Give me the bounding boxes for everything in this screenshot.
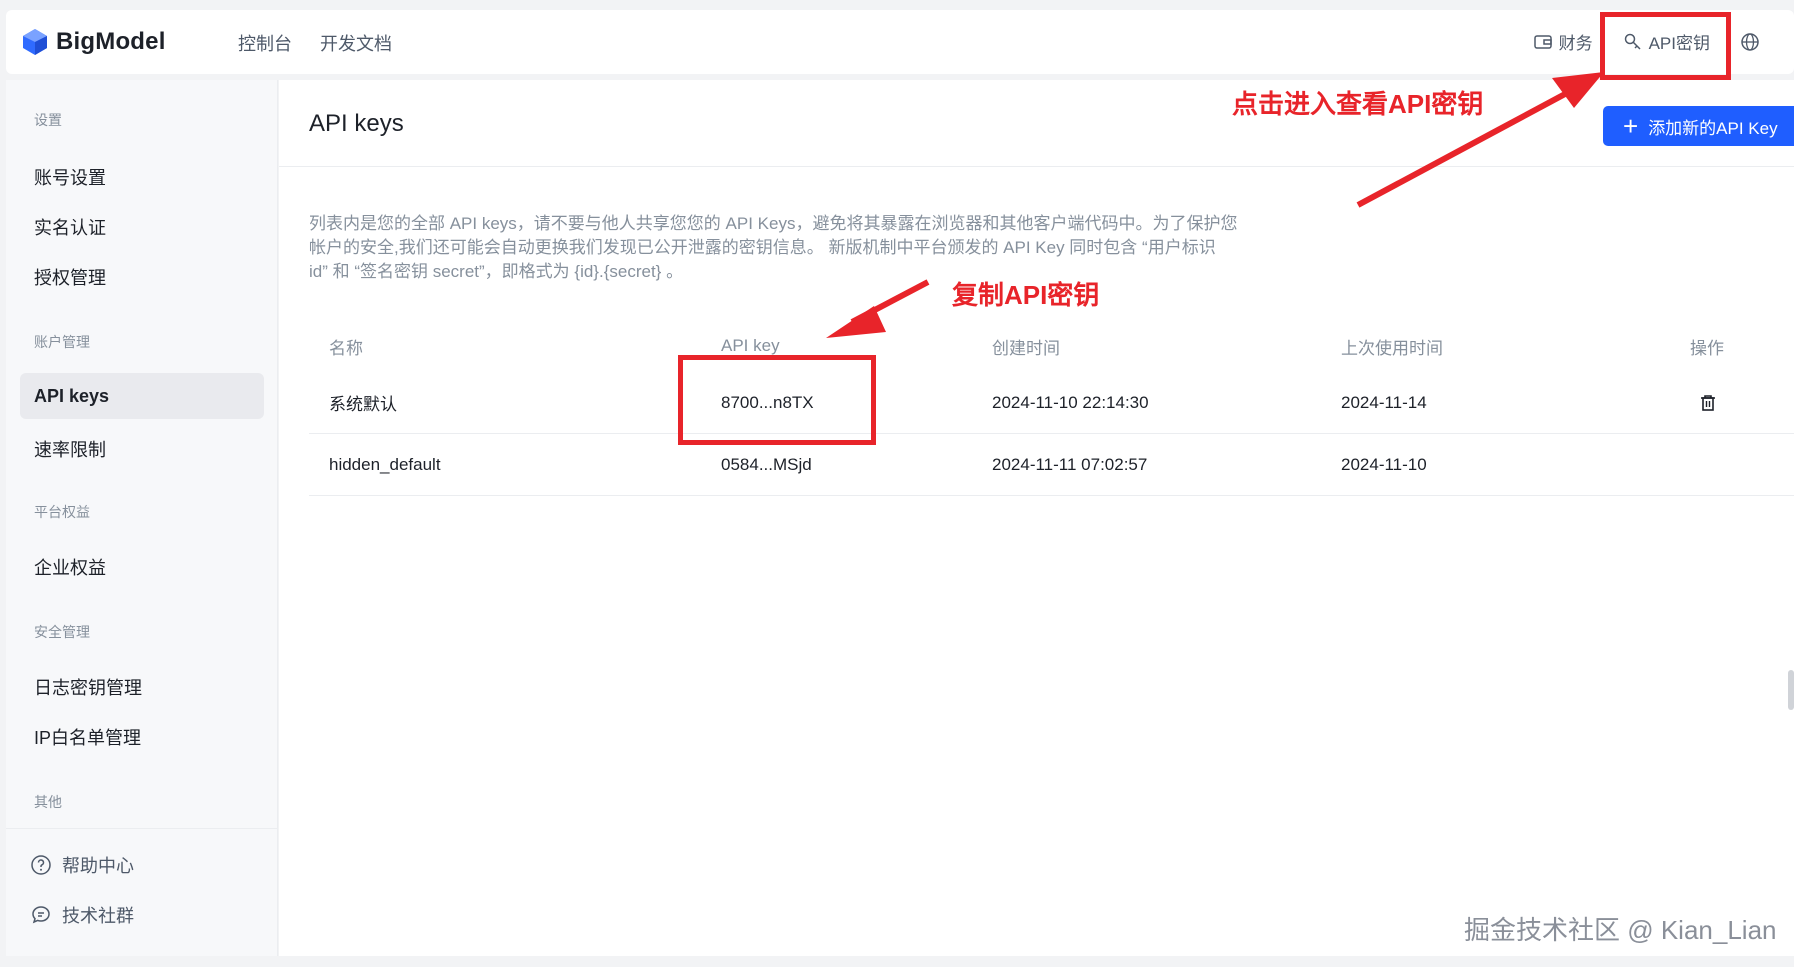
section-benefits: 平台权益 — [34, 504, 90, 520]
scrollbar[interactable] — [1788, 670, 1794, 710]
col-header-last-used: 上次使用时间 — [1341, 338, 1443, 358]
community-link[interactable]: 技术社群 — [30, 902, 134, 928]
section-other: 其他 — [34, 794, 62, 810]
table-header: 名称 API key 创建时间 上次使用时间 操作 — [309, 320, 1794, 372]
sidebar-divider — [6, 828, 278, 829]
sidebar-item-enterprise[interactable]: 企业权益 — [34, 554, 106, 580]
bigmodel-logo-icon — [23, 29, 47, 55]
key-name: 系统默认 — [329, 395, 397, 414]
globe-icon — [1741, 32, 1759, 51]
top-nav: 控制台 开发文档 — [238, 30, 392, 56]
language-button[interactable] — [1740, 32, 1760, 52]
add-api-key-button[interactable]: + 添加新的API Key — [1603, 106, 1794, 146]
section-settings: 设置 — [34, 112, 62, 128]
finance-link[interactable]: 财务 — [1533, 29, 1593, 54]
nav-docs[interactable]: 开发文档 — [320, 30, 392, 56]
nav-console[interactable]: 控制台 — [238, 30, 292, 56]
add-api-key-label: 添加新的API Key — [1648, 118, 1778, 138]
watermark: 掘金技术社区 @ Kian_Lian — [1464, 915, 1777, 945]
app-frame: BigModel 控制台 开发文档 财务 API密钥 设置 账号设置 实名认证 … — [0, 0, 1794, 967]
sidebar-item-real-name[interactable]: 实名认证 — [34, 214, 106, 240]
created-time: 2024-11-10 22:14:30 — [992, 392, 1149, 412]
brand-name: BigModel — [56, 28, 166, 55]
chat-icon — [32, 906, 50, 924]
col-header-created: 创建时间 — [992, 338, 1060, 358]
annotation-copy-key: 复制API密钥 — [952, 280, 1100, 310]
delete-key-button[interactable] — [1698, 372, 1718, 433]
section-security: 安全管理 — [34, 624, 90, 640]
last-used-time: 2024-11-10 — [1341, 454, 1427, 474]
annotation-view-key: 点击进入查看API密钥 — [1232, 89, 1484, 119]
sidebar-item-account-settings[interactable]: 账号设置 — [34, 164, 106, 190]
sidebar: 设置 账号设置 实名认证 授权管理 账户管理 API keys 速率限制 平台权… — [6, 80, 278, 956]
key-name: hidden_default — [329, 454, 441, 474]
table-row: 系统默认 8700...n8TX 2024-11-10 22:14:30 202… — [309, 372, 1794, 434]
last-used-time: 2024-11-14 — [1341, 392, 1427, 412]
api-keys-description: 列表内是您的全部 API keys，请不要与他人共享您您的 API Keys，避… — [309, 214, 1238, 281]
plus-icon: + — [1623, 111, 1639, 141]
sidebar-item-rate-limit[interactable]: 速率限制 — [34, 436, 106, 462]
created-time: 2024-11-11 07:02:57 — [992, 454, 1148, 474]
sidebar-item-log-key[interactable]: 日志密钥管理 — [34, 674, 142, 700]
main-content: API keys + 添加新的API Key 列表内是您的全部 API keys… — [279, 80, 1794, 956]
api-keys-table: 名称 API key 创建时间 上次使用时间 操作 系统默认 8700...n8… — [309, 320, 1794, 496]
page-title: API keys — [309, 110, 404, 137]
community-label: 技术社群 — [62, 906, 134, 926]
trash-icon — [1701, 394, 1715, 411]
help-center-link[interactable]: 帮助中心 — [30, 852, 134, 878]
sidebar-item-ip-whitelist[interactable]: IP白名单管理 — [34, 724, 141, 750]
help-icon — [31, 855, 51, 875]
col-header-name: 名称 — [329, 338, 363, 358]
finance-label: 财务 — [1558, 34, 1593, 53]
brand-logo[interactable]: BigModel — [22, 28, 166, 56]
header-divider — [279, 166, 1794, 167]
top-bar: BigModel 控制台 开发文档 财务 API密钥 — [6, 10, 1794, 74]
highlight-api-key-cell — [678, 355, 876, 445]
highlight-api-keys-link — [1600, 12, 1731, 80]
sidebar-item-authorization[interactable]: 授权管理 — [34, 264, 106, 290]
help-center-label: 帮助中心 — [62, 856, 134, 876]
wallet-icon — [1533, 34, 1552, 49]
table-row: hidden_default 0584...MSjd 2024-11-11 07… — [309, 434, 1794, 496]
section-account: 账户管理 — [34, 334, 90, 350]
sidebar-item-api-keys[interactable]: API keys — [20, 373, 264, 419]
col-header-actions: 操作 — [1690, 338, 1724, 358]
